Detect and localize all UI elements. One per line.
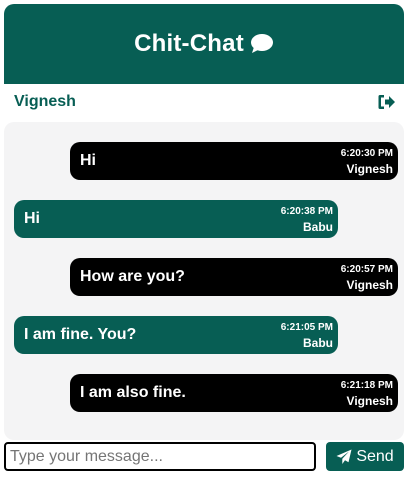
paper-plane-icon xyxy=(336,449,352,465)
sign-out-icon[interactable] xyxy=(378,94,396,110)
message-input[interactable] xyxy=(4,442,316,471)
message-text: Hi xyxy=(80,152,96,169)
message-text: I am also fine. xyxy=(80,384,186,401)
message-received: I am fine. You? 6:21:05 PM Babu xyxy=(14,316,338,354)
send-button[interactable]: Send xyxy=(326,442,404,471)
message-time: 6:21:18 PM xyxy=(340,380,393,391)
app-title: Chit-Chat xyxy=(134,30,244,57)
message-time: 6:20:57 PM xyxy=(340,264,393,275)
message-list[interactable]: Hi 6:20:30 PM Vignesh Hi 6:20:38 PM Babu… xyxy=(4,122,404,440)
message-sent: How are you? 6:20:57 PM Vignesh xyxy=(70,258,398,296)
send-label: Send xyxy=(356,447,394,465)
message-sender: Babu xyxy=(303,336,333,350)
message-sender: Babu xyxy=(303,220,333,234)
message-time: 6:20:30 PM xyxy=(340,148,393,159)
message-time: 6:20:38 PM xyxy=(280,206,333,217)
message-sender: Vignesh xyxy=(346,394,393,408)
message-text: I am fine. You? xyxy=(24,326,137,343)
message-sent: Hi 6:20:30 PM Vignesh xyxy=(70,142,398,180)
user-bar: Vignesh xyxy=(14,86,396,118)
message-text: How are you? xyxy=(80,268,185,285)
chat-app: Chit-Chat Vignesh Hi 6:20:30 PM Vignesh … xyxy=(0,0,409,490)
message-received: Hi 6:20:38 PM Babu xyxy=(14,200,338,238)
message-time: 6:21:05 PM xyxy=(280,322,333,333)
message-text: Hi xyxy=(24,210,40,227)
message-composer: Send xyxy=(4,442,404,472)
current-username: Vignesh xyxy=(14,93,76,110)
app-header: Chit-Chat xyxy=(4,4,404,84)
message-sender: Vignesh xyxy=(346,162,393,176)
message-sender: Vignesh xyxy=(346,278,393,292)
chat-bubble-icon xyxy=(250,33,274,55)
message-sent: I am also fine. 6:21:18 PM Vignesh xyxy=(70,374,398,412)
